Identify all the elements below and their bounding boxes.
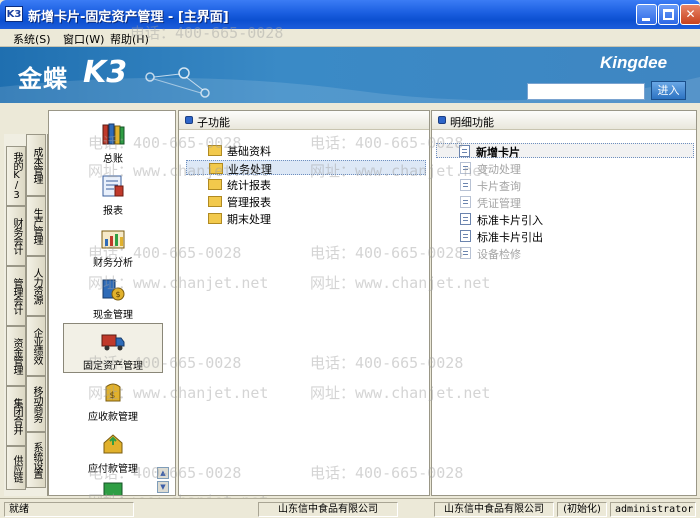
title-bar[interactable]: K3 新增卡片-固定资产管理 - [主界面] ✕ xyxy=(0,0,700,29)
module-label: 应收款管理 xyxy=(88,412,138,423)
watermark-phone: 电话：400-665-0028 xyxy=(130,24,284,42)
search-input[interactable] xyxy=(527,83,645,100)
maximize-button[interactable] xyxy=(658,4,679,25)
sub-function-header: 子功能 xyxy=(179,111,429,130)
tab-management-accounting[interactable]: 管理会计 xyxy=(6,266,26,326)
watermark-site: 网址：www.chanjet.net xyxy=(88,274,269,292)
kingdee-logo: Kingdee xyxy=(600,53,668,72)
close-icon: ✕ xyxy=(685,7,696,21)
watermark-phone: 电话：400-665-0028 xyxy=(310,354,464,372)
truck-icon xyxy=(101,334,125,351)
document-icon xyxy=(460,213,471,225)
minimize-icon xyxy=(642,18,650,21)
watermark-site: 网址：www.chanjet.net xyxy=(310,162,491,180)
watermark-phone: 电话：400-665-0028 xyxy=(88,134,242,152)
watermark-phone: 电话：400-665-0028 xyxy=(310,464,464,482)
tab-system-settings[interactable]: 系统设置 xyxy=(26,432,46,488)
tab-cost-management[interactable]: 成本管理 xyxy=(26,134,46,196)
tab-my-k3[interactable]: 我的K/3 xyxy=(6,146,26,206)
detail-function-title: 明细功能 xyxy=(450,116,494,129)
tab-supply-chain[interactable]: 供应链 xyxy=(6,446,26,490)
go-button[interactable]: 进入 xyxy=(651,81,686,100)
left-tab-column: 我的K/3 财务会计 管理会计 资金管理 集团合并 供应链 成本管理 生产管理 … xyxy=(4,134,48,496)
watermark-site: 网址：www.chanjet.net xyxy=(310,274,491,292)
panel-bullet-icon xyxy=(185,116,193,124)
menu-system[interactable]: 系统(S) xyxy=(10,31,54,47)
watermark-site: 网址：www.chanjet.net xyxy=(88,162,269,180)
watermark-phone: 电话：400-665-0028 xyxy=(88,244,242,262)
watermark-phone: 电话：400-665-0028 xyxy=(88,354,242,372)
status-company-account: 山东信中食品有限公司 xyxy=(434,502,554,517)
detail-function-header: 明细功能 xyxy=(432,111,696,130)
status-ready: 就绪 xyxy=(4,502,134,517)
document-icon xyxy=(460,196,471,208)
close-button[interactable]: ✕ xyxy=(680,4,700,25)
tab-production-management[interactable]: 生产管理 xyxy=(26,196,46,256)
menu-window[interactable]: 窗口(W) xyxy=(60,31,107,47)
tab-enterprise-performance[interactable]: 企业绩效 xyxy=(26,316,46,376)
folder-icon xyxy=(208,213,222,224)
minimize-button[interactable] xyxy=(636,4,657,25)
tab-fund-management[interactable]: 资金管理 xyxy=(6,326,26,386)
menu-bar: 系统(S) 窗口(W) 帮助(H) xyxy=(0,29,700,47)
module-label: 报表 xyxy=(103,206,123,217)
watermark-site: 网址：www.chanjet.net xyxy=(310,384,491,402)
status-bar: 就绪 山东信中食品有限公司 山东信中食品有限公司 (初始化) administr… xyxy=(0,498,700,518)
payable-icon xyxy=(103,434,123,454)
status-company: 山东信中食品有限公司 xyxy=(258,502,398,517)
status-state: (初始化) xyxy=(557,502,607,517)
tab-mobile-commerce[interactable]: 移动商务 xyxy=(26,376,46,432)
tab-group-consolidation[interactable]: 集团合并 xyxy=(6,386,26,446)
folder-icon xyxy=(208,196,222,207)
tab-human-resources[interactable]: 人力资源 xyxy=(26,256,46,316)
module-label: 现金管理 xyxy=(93,310,133,321)
maximize-icon xyxy=(663,9,674,20)
watermark-phone: 电话：400-665-0028 xyxy=(88,464,242,482)
tab-financial-accounting[interactable]: 财务会计 xyxy=(6,206,26,266)
panel-bullet-icon xyxy=(438,116,446,124)
detail-item-new-card[interactable]: 新增卡片 xyxy=(436,143,694,159)
document-icon xyxy=(460,230,471,242)
watermark-site: 网址：www.chanjet.net xyxy=(88,384,269,402)
brand-name: 金蝶 xyxy=(18,65,68,93)
app-logo-icon: K3 xyxy=(5,6,23,22)
sub-function-title: 子功能 xyxy=(197,116,230,129)
brand-k3-logo: K3 xyxy=(83,55,128,90)
watermark-phone: 电话：400-665-0028 xyxy=(310,134,464,152)
status-user: administrator xyxy=(610,502,696,517)
watermark-phone: 电话：400-665-0028 xyxy=(310,244,464,262)
